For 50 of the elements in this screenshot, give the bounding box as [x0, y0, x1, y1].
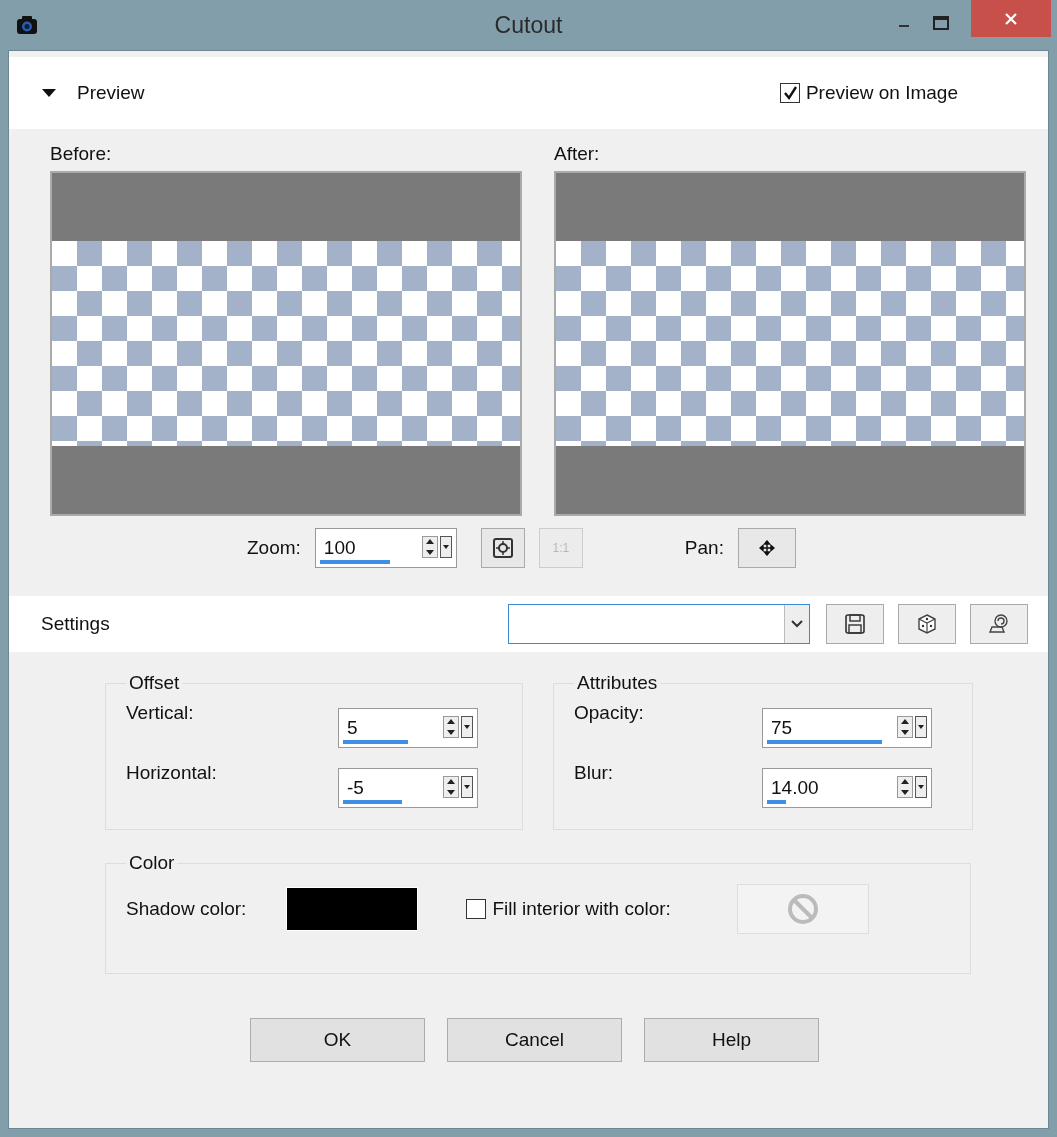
field-label: Vertical:	[126, 702, 194, 724]
dice-icon	[916, 613, 938, 635]
checkbox[interactable]	[779, 83, 800, 103]
maximize-icon[interactable]	[933, 16, 949, 30]
collapse-arrow-icon[interactable]	[41, 87, 57, 99]
crosshair-icon	[492, 538, 513, 558]
number-field[interactable]: 75	[762, 708, 932, 748]
after-label: After:	[554, 143, 601, 165]
spinner-arrows-icon[interactable]	[897, 716, 927, 738]
preview-on-image-checkbox[interactable]: Preview on Image	[779, 82, 958, 104]
group-title: Attributes	[576, 672, 659, 694]
pan-label: Pan:	[684, 537, 724, 559]
chevron-down-icon	[791, 620, 803, 628]
presets-dropdown[interactable]	[508, 604, 810, 644]
number-field[interactable]: 14.00	[762, 768, 932, 808]
group-title: Color	[128, 852, 176, 874]
group-title: Offset	[128, 672, 181, 694]
number-field[interactable]: -5	[338, 768, 478, 808]
fill-color-swatch[interactable]	[736, 884, 869, 934]
fill-interior-checkbox[interactable]: Fill interior with color:	[466, 898, 671, 920]
randomize-button[interactable]	[898, 604, 956, 644]
before-label: Before:	[50, 143, 113, 165]
window-title: Cutout	[494, 12, 563, 39]
fit-view-button[interactable]	[480, 528, 525, 568]
move-arrows-icon	[758, 540, 775, 556]
ok-button[interactable]: OK	[250, 1018, 425, 1062]
pan-button[interactable]	[737, 528, 796, 568]
zoom-label: Zoom:	[247, 537, 301, 559]
field-label: Opacity:	[574, 702, 644, 724]
close-icon	[1004, 11, 1018, 26]
spinner-arrows-icon[interactable]	[443, 776, 473, 798]
spinner-arrows-icon[interactable]	[421, 536, 452, 558]
cancel-button[interactable]: Cancel	[447, 1018, 622, 1062]
shadow-color-swatch[interactable]	[286, 887, 419, 931]
camera-icon	[16, 15, 38, 35]
preview-section-label: Preview	[77, 82, 145, 104]
spinner-arrows-icon[interactable]	[443, 716, 473, 738]
reset-button[interactable]	[970, 604, 1028, 644]
spinner-arrows-icon[interactable]	[897, 776, 927, 798]
field-label: Horizontal:	[126, 762, 217, 784]
field-label: Blur:	[574, 762, 614, 784]
number-field[interactable]: 5	[338, 708, 478, 748]
save-preset-button[interactable]	[826, 604, 884, 644]
stamp-icon	[987, 613, 1011, 635]
no-color-icon	[785, 892, 820, 926]
zoom-field[interactable]: 100	[314, 528, 457, 568]
shadow-color-label: Shadow color:	[126, 898, 247, 920]
settings-label: Settings	[41, 613, 110, 635]
help-button[interactable]: Help	[644, 1018, 819, 1062]
checkbox[interactable]	[466, 899, 487, 919]
